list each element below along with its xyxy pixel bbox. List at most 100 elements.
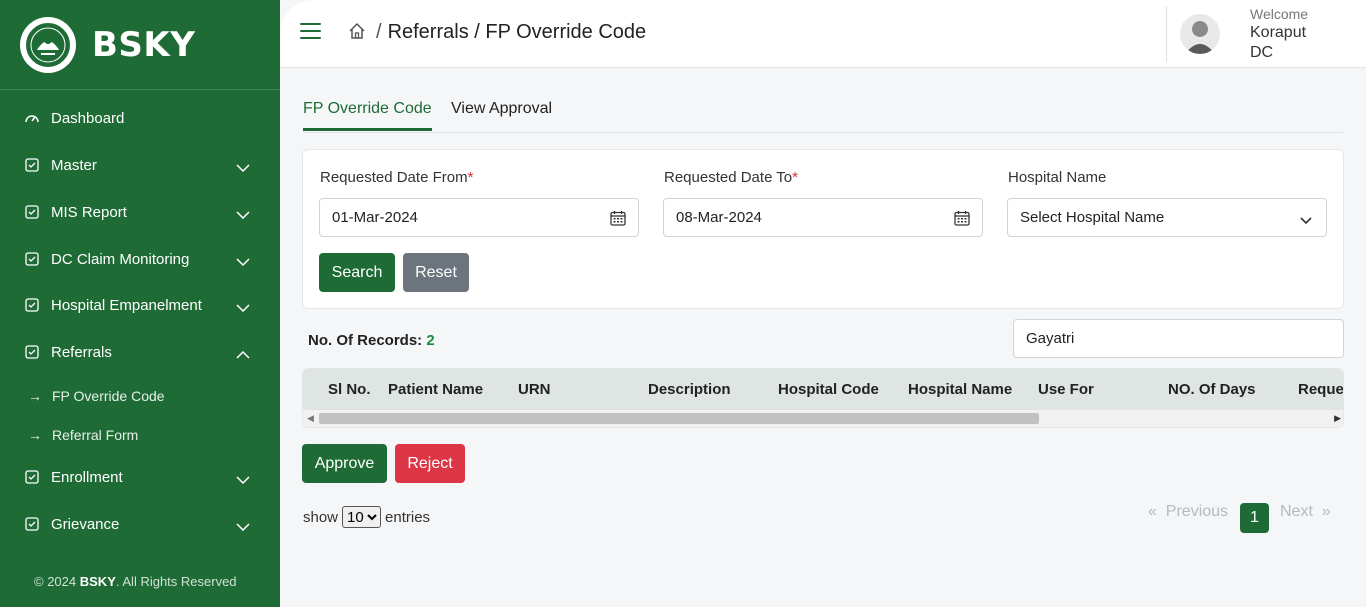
chevron-down-icon xyxy=(236,159,250,176)
horizontal-scrollbar[interactable]: ◀ ▶ xyxy=(303,410,1343,427)
entries-label: entries xyxy=(385,508,431,526)
sidebar-item-label: Hospital Empanelment xyxy=(51,296,202,314)
tab-view-approval[interactable]: View Approval xyxy=(451,100,552,128)
checkbox-icon xyxy=(24,204,40,220)
next-label: Next xyxy=(1280,503,1313,520)
column-header-no-of-days[interactable]: NO. Of Days xyxy=(1168,381,1256,398)
checkbox-icon xyxy=(24,344,40,360)
column-header-hospital-name[interactable]: Hospital Name xyxy=(908,381,1012,398)
page-size-control: show 10 entries xyxy=(303,506,430,528)
sidebar-subitem-fp-override-code[interactable]: → FP Override Code xyxy=(0,381,280,411)
checkbox-icon xyxy=(24,157,40,173)
filter-card: Requested Date From* 01-Mar-2024 Request… xyxy=(302,149,1344,309)
sidebar-item-dashboard[interactable]: Dashboard xyxy=(0,98,280,138)
top-header: / Referrals / FP Override Code Welcome Ko… xyxy=(280,0,1366,68)
column-header-sl-no[interactable]: Sl No. xyxy=(328,381,371,398)
sidebar-item-grievance[interactable]: Grievance xyxy=(0,504,280,544)
arrow-right-icon: → xyxy=(28,388,42,404)
records-label: No. Of Records: xyxy=(308,332,423,349)
date-from-input[interactable]: 01-Mar-2024 xyxy=(319,198,639,237)
user-avatar-icon xyxy=(1180,14,1220,54)
required-mark: * xyxy=(467,169,474,186)
checkbox-icon xyxy=(24,516,40,532)
header-divider xyxy=(1166,6,1167,62)
sidebar-item-referrals[interactable]: Referrals xyxy=(0,332,280,372)
records-count-value: 2 xyxy=(426,332,435,349)
approve-button[interactable]: Approve xyxy=(302,444,387,483)
scroll-right-icon[interactable]: ▶ xyxy=(1334,413,1341,424)
previous-page-link[interactable]: « Previous xyxy=(1148,503,1228,521)
calendar-icon[interactable] xyxy=(954,210,970,230)
brand-logo[interactable] xyxy=(20,16,76,73)
sidebar-item-label: Grievance xyxy=(51,515,120,533)
column-header-patient-name[interactable]: Patient Name xyxy=(388,381,483,398)
reject-button[interactable]: Reject xyxy=(395,444,465,483)
checkbox-icon xyxy=(24,469,40,485)
breadcrumb-text: Referrals / FP Override Code xyxy=(387,21,647,43)
page-size-select[interactable]: 10 xyxy=(342,506,382,528)
scroll-left-icon[interactable]: ◀ xyxy=(307,413,314,424)
previous-label: Previous xyxy=(1165,503,1229,520)
records-count: No. Of Records: 2 xyxy=(308,332,435,349)
column-header-hospital-code[interactable]: Hospital Code xyxy=(778,381,879,398)
sidebar: BSKY Dashboard Master MIS Report DC Clai… xyxy=(0,0,280,607)
date-from-label-text: Requested Date From xyxy=(320,169,468,186)
sidebar-item-hospital-empanelment[interactable]: Hospital Empanelment xyxy=(0,285,280,325)
brand: BSKY xyxy=(0,0,280,90)
hospital-name-label: Hospital Name xyxy=(1008,169,1107,186)
hospital-name-select[interactable]: Select Hospital Name xyxy=(1007,198,1327,237)
required-mark: * xyxy=(792,169,798,186)
sidebar-item-label: Master xyxy=(51,156,97,174)
double-chevron-left-icon: « xyxy=(1148,503,1157,520)
records-table: Sl No. Patient Name URN Description Hosp… xyxy=(302,368,1344,428)
calendar-icon[interactable] xyxy=(610,210,626,230)
next-page-link[interactable]: Next » xyxy=(1280,503,1331,521)
date-to-input[interactable]: 08-Mar-2024 xyxy=(663,198,983,237)
date-from-label: Requested Date From* xyxy=(320,169,473,186)
page-number-button[interactable]: 1 xyxy=(1240,503,1269,533)
date-to-label: Requested Date To* xyxy=(664,169,798,186)
footer-suffix: . All Rights Reserved xyxy=(115,574,237,589)
checkbox-icon xyxy=(24,251,40,267)
gauge-icon xyxy=(24,110,40,126)
column-header-description[interactable]: Description xyxy=(648,381,731,398)
sidebar-item-dc-claim-monitoring[interactable]: DC Claim Monitoring xyxy=(0,239,280,279)
tab-fp-override-code[interactable]: FP Override Code xyxy=(303,100,432,131)
sidebar-footer: © 2024 BSKY. All Rights Reserved xyxy=(34,574,237,589)
column-header-urn[interactable]: URN xyxy=(518,381,551,398)
hamburger-menu-icon[interactable] xyxy=(300,23,321,41)
reset-button[interactable]: Reset xyxy=(403,253,469,292)
footer-prefix: © 2024 xyxy=(34,574,77,589)
avatar[interactable] xyxy=(1180,14,1220,54)
sidebar-item-mis-report[interactable]: MIS Report xyxy=(0,192,280,232)
chevron-down-icon xyxy=(236,206,250,223)
welcome-label: Welcome xyxy=(1250,6,1309,22)
sidebar-item-label: Dashboard xyxy=(51,109,125,127)
sidebar-item-label: MIS Report xyxy=(51,203,127,221)
sidebar-item-master[interactable]: Master xyxy=(0,145,280,185)
scrollbar-thumb[interactable] xyxy=(319,413,1039,424)
chevron-down-icon xyxy=(1300,212,1312,229)
sidebar-subitem-referral-form[interactable]: → Referral Form xyxy=(0,420,280,450)
table-search-input[interactable]: Gayatri xyxy=(1013,319,1344,358)
tab-bar: FP Override Code View Approval xyxy=(303,92,1343,133)
sidebar-subitem-label: FP Override Code xyxy=(52,388,165,404)
chevron-down-icon xyxy=(236,471,250,488)
emblem-icon xyxy=(24,20,72,69)
column-header-use-for[interactable]: Use For xyxy=(1038,381,1094,398)
sidebar-item-enrollment[interactable]: Enrollment xyxy=(0,457,280,497)
footer-brand: BSKY xyxy=(79,574,116,589)
chevron-up-icon xyxy=(236,346,250,363)
breadcrumb: / Referrals / FP Override Code xyxy=(376,21,647,43)
chevron-down-icon xyxy=(236,253,250,270)
home-icon[interactable] xyxy=(348,22,366,45)
sidebar-item-label: DC Claim Monitoring xyxy=(51,250,190,268)
user-name[interactable]: Koraput DC xyxy=(1250,23,1330,63)
brand-name: BSKY xyxy=(92,24,196,65)
chevron-down-icon xyxy=(236,299,250,316)
search-button[interactable]: Search xyxy=(319,253,395,292)
show-label: show xyxy=(303,508,339,526)
column-header-requested[interactable]: Reque xyxy=(1298,381,1343,398)
double-chevron-right-icon: » xyxy=(1321,503,1331,520)
date-from-value: 01-Mar-2024 xyxy=(332,209,418,226)
